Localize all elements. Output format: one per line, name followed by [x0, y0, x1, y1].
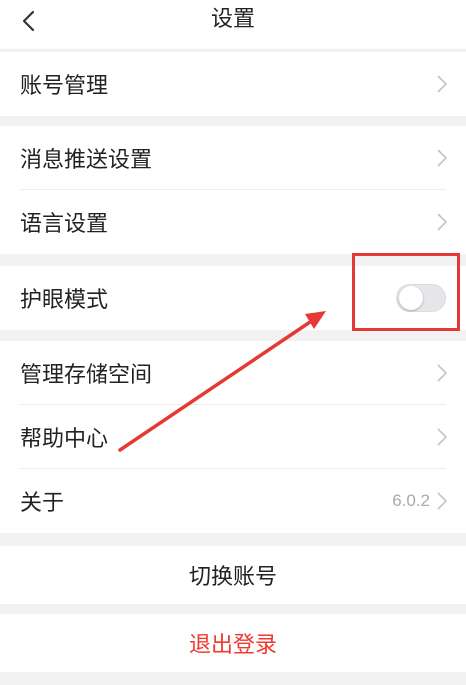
annotation-arrow	[118, 311, 326, 452]
settings-page: 设置 账号管理 消息推送设置 语言设置 护眼模式 管理存储空间 帮助中心 关于 …	[0, 0, 466, 685]
